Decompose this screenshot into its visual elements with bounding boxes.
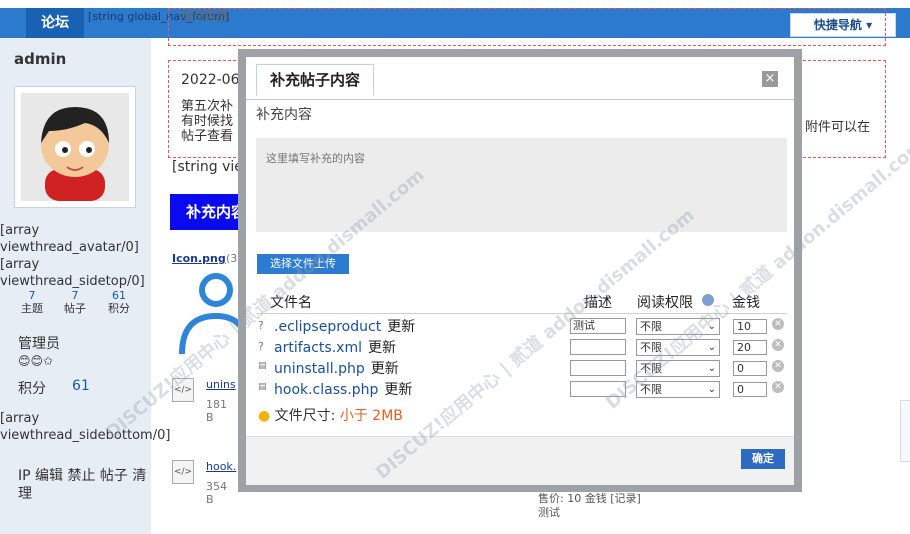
confirm-button[interactable]: 确定 [741, 449, 785, 469]
dialog-title-tab[interactable]: 补充帖子内容 [256, 64, 374, 96]
author-name[interactable]: admin [14, 50, 66, 68]
avatar[interactable] [14, 86, 136, 208]
file-name[interactable]: artifacts.xml 更新 [274, 337, 396, 357]
stat-threads-value: 7 [28, 289, 36, 302]
permission-value: 不限 [640, 320, 662, 333]
attachment-size: (3 [226, 252, 238, 265]
sidebar-debug-avatar: [array viewthread_avatar/0] [array viewt… [0, 223, 145, 289]
file-row: ▤ hook.class.php 更新 不限 ⌄ 0 ✕ [256, 379, 787, 399]
post-top-text: 测试数据 [180, 9, 229, 23]
stat-threads[interactable]: 7 主题 [12, 290, 52, 316]
delete-icon[interactable]: ✕ [772, 381, 784, 393]
side-scroll-tab[interactable] [900, 400, 910, 462]
post-right-text: 附件可以在 [805, 120, 871, 135]
size-limit-label: 文件尺寸: [274, 408, 336, 424]
stat-threads-label: 主题 [21, 302, 43, 315]
money-input[interactable]: 10 [733, 319, 767, 334]
avatar-image [21, 93, 129, 201]
update-link[interactable]: 更新 [384, 382, 412, 398]
points-value[interactable]: 61 [72, 378, 90, 394]
php-file-icon: ▤ [258, 361, 267, 371]
bg-attachment-name[interactable]: unins [206, 378, 236, 391]
money-input[interactable]: 20 [733, 340, 767, 355]
chevron-down-icon: ⌄ [707, 384, 716, 395]
money-input[interactable]: 0 [733, 382, 767, 397]
bg-attachment-size: 354 B [206, 480, 227, 506]
stat-posts-value: 7 [71, 289, 79, 302]
nav-forum-tab[interactable]: 论坛 [26, 8, 84, 38]
delete-icon[interactable]: ✕ [772, 318, 784, 330]
php-file-icon: </> [172, 460, 194, 484]
post-box-top [168, 8, 886, 46]
stat-posts[interactable]: 7 帖子 [55, 290, 95, 316]
header-read-permission: 阅读权限 [637, 295, 693, 311]
supplement-textarea[interactable] [256, 138, 787, 232]
update-link[interactable]: 更新 [368, 340, 396, 356]
chevron-down-icon: ⌄ [707, 342, 716, 353]
description-input[interactable] [570, 360, 626, 376]
bg-attachment-size: 181 B [206, 398, 227, 424]
update-link[interactable]: 更新 [371, 361, 399, 377]
size-limit-value: 小于 2MB [339, 408, 403, 424]
stat-points[interactable]: 61 积分 [99, 290, 139, 316]
stat-points-value: 61 [112, 289, 126, 302]
file-name[interactable]: .eclipseproduct 更新 [274, 316, 415, 336]
delete-icon[interactable]: ✕ [772, 339, 784, 351]
stat-posts-label: 帖子 [64, 302, 86, 315]
money-input[interactable]: 0 [733, 361, 767, 376]
dialog-subtitle: 补充内容 [256, 107, 312, 123]
file-name-text[interactable]: uninstall.php [274, 361, 365, 377]
bottom-price-text: 售价: 10 金钱 [记录] 测试 [538, 492, 641, 519]
bg-attachment-name[interactable]: hook. [206, 460, 236, 473]
medals: 😊😊✩ [18, 354, 54, 368]
description-input[interactable] [570, 339, 626, 355]
user-role[interactable]: 管理员 [18, 333, 60, 353]
chevron-down-icon: ⌄ [707, 363, 716, 374]
admin-links[interactable]: IP 编辑 禁止 帖子 清理 [18, 467, 148, 503]
delete-icon[interactable]: ✕ [772, 360, 784, 372]
file-name-text[interactable]: artifacts.xml [274, 340, 362, 356]
attachment-link-icon-png[interactable]: Icon.png [172, 252, 226, 265]
update-link[interactable]: 更新 [387, 319, 415, 335]
php-file-icon: ▤ [258, 382, 267, 392]
stat-points-label: 积分 [108, 302, 130, 315]
file-name-text[interactable]: .eclipseproduct [274, 319, 381, 335]
dialog-footer [246, 436, 794, 485]
file-name-text[interactable]: hook.class.php [274, 382, 378, 398]
view-debug-label: [string vie [172, 159, 243, 175]
bg-attachment-hook[interactable]: </> hook. 354 B [172, 460, 236, 506]
close-icon[interactable]: × [762, 71, 778, 87]
points-label: 积分 [18, 381, 46, 397]
file-name[interactable]: uninstall.php 更新 [274, 358, 399, 378]
file-size-limit: ● 文件尺寸: 小于 2MB [258, 405, 403, 425]
file-name[interactable]: hook.class.php 更新 [274, 379, 412, 399]
post-date: 2022-06 [181, 72, 240, 88]
unknown-file-icon: ? [258, 340, 264, 353]
lightbulb-icon: ● [258, 408, 271, 424]
